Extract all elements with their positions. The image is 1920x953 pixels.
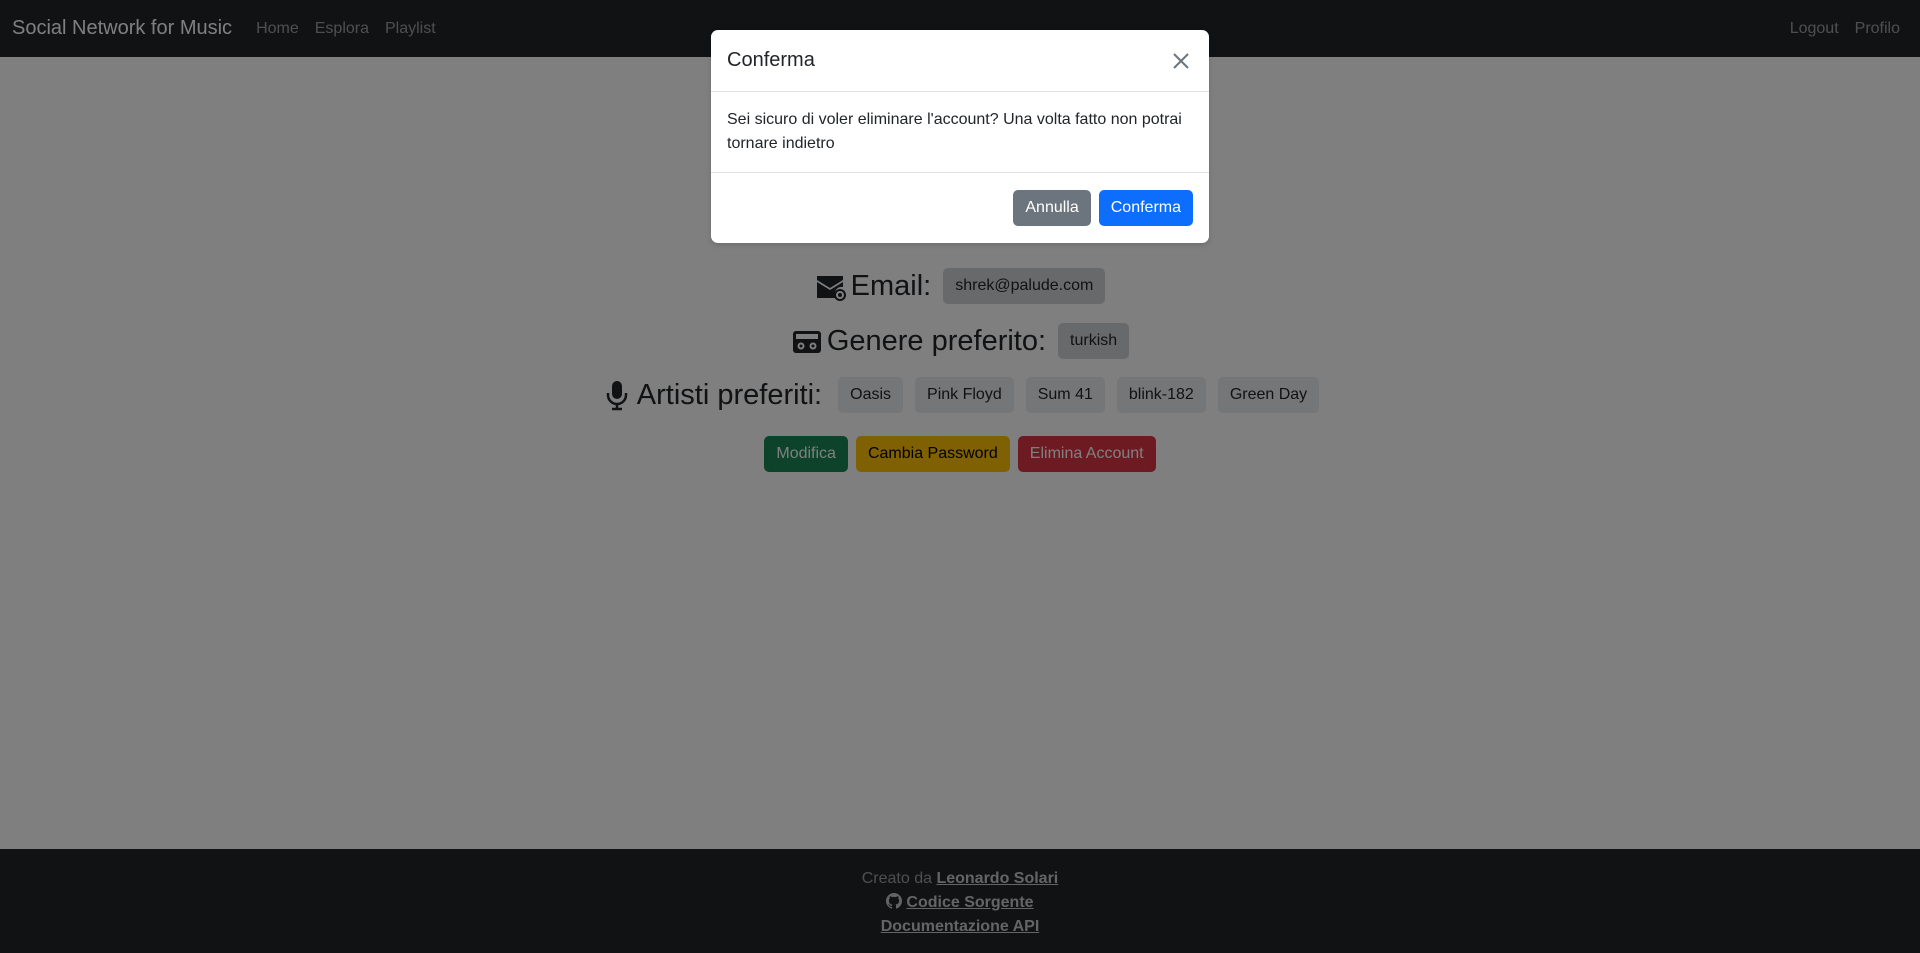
modal-body: Sei sicuro di voler eliminare l'account?… — [711, 92, 1209, 173]
cancel-button[interactable]: Annulla — [1013, 190, 1091, 226]
confirm-button[interactable]: Conferma — [1098, 190, 1193, 226]
close-icon — [1173, 52, 1189, 69]
close-button[interactable] — [1169, 49, 1193, 73]
modal-footer: Annulla Conferma — [711, 173, 1209, 243]
confirm-modal: Conferma Sei sicuro di voler eliminare l… — [711, 30, 1209, 243]
modal-header: Conferma — [711, 30, 1209, 92]
modal-title: Conferma — [727, 49, 815, 71]
